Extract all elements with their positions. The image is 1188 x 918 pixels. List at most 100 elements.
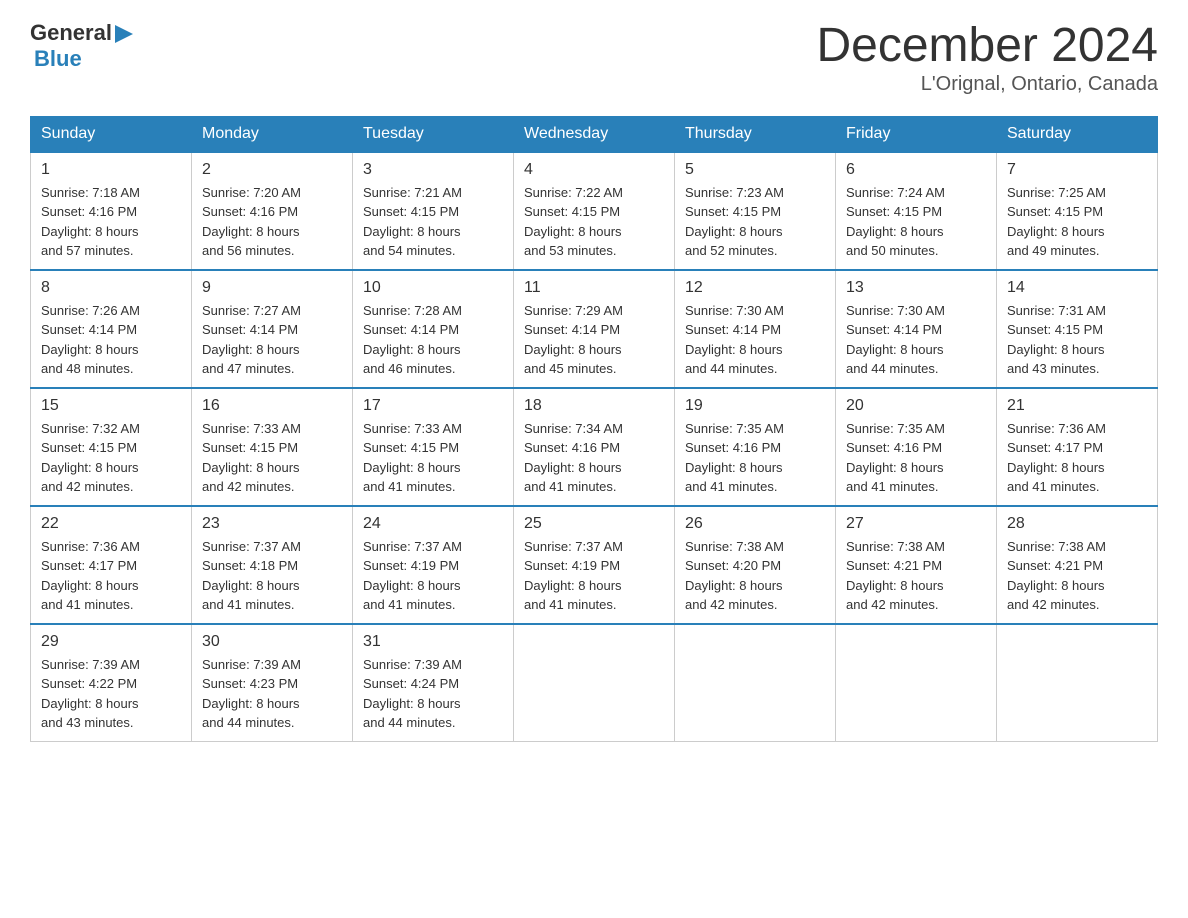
daylight-label: Daylight: 8 hours: [685, 578, 783, 593]
day-number: 8: [41, 279, 181, 297]
logo-arrow-icon: [115, 25, 137, 43]
calendar-table: Sunday Monday Tuesday Wednesday Thursday…: [30, 116, 1158, 742]
daylight-label: Daylight: 8 hours: [685, 460, 783, 475]
sunset-label: Sunset: 4:23 PM: [202, 676, 298, 691]
daylight-minutes: and 44 minutes.: [846, 361, 939, 376]
daylight-minutes: and 45 minutes.: [524, 361, 617, 376]
day-info: Sunrise: 7:37 AM Sunset: 4:19 PM Dayligh…: [524, 537, 664, 615]
daylight-minutes: and 48 minutes.: [41, 361, 134, 376]
col-sunday: Sunday: [31, 116, 192, 152]
day-number: 13: [846, 279, 986, 297]
sunset-label: Sunset: 4:14 PM: [363, 322, 459, 337]
daylight-minutes: and 41 minutes.: [202, 597, 295, 612]
daylight-minutes: and 42 minutes.: [685, 597, 778, 612]
sunrise-label: Sunrise: 7:24 AM: [846, 185, 945, 200]
day-number: 19: [685, 397, 825, 415]
calendar-week-row: 29 Sunrise: 7:39 AM Sunset: 4:22 PM Dayl…: [31, 624, 1158, 742]
daylight-label: Daylight: 8 hours: [524, 578, 622, 593]
daylight-minutes: and 56 minutes.: [202, 243, 295, 258]
daylight-minutes: and 41 minutes.: [363, 479, 456, 494]
daylight-label: Daylight: 8 hours: [41, 342, 139, 357]
daylight-label: Daylight: 8 hours: [202, 696, 300, 711]
sunset-label: Sunset: 4:15 PM: [41, 440, 137, 455]
daylight-label: Daylight: 8 hours: [363, 696, 461, 711]
table-row: [836, 624, 997, 742]
sunrise-label: Sunrise: 7:23 AM: [685, 185, 784, 200]
daylight-minutes: and 54 minutes.: [363, 243, 456, 258]
day-info: Sunrise: 7:23 AM Sunset: 4:15 PM Dayligh…: [685, 183, 825, 261]
table-row: 9 Sunrise: 7:27 AM Sunset: 4:14 PM Dayli…: [192, 270, 353, 388]
day-info: Sunrise: 7:22 AM Sunset: 4:15 PM Dayligh…: [524, 183, 664, 261]
sunset-label: Sunset: 4:16 PM: [524, 440, 620, 455]
day-info: Sunrise: 7:28 AM Sunset: 4:14 PM Dayligh…: [363, 301, 503, 379]
daylight-minutes: and 41 minutes.: [1007, 479, 1100, 494]
day-info: Sunrise: 7:31 AM Sunset: 4:15 PM Dayligh…: [1007, 301, 1147, 379]
sunrise-label: Sunrise: 7:31 AM: [1007, 303, 1106, 318]
col-monday: Monday: [192, 116, 353, 152]
day-info: Sunrise: 7:37 AM Sunset: 4:19 PM Dayligh…: [363, 537, 503, 615]
table-row: 19 Sunrise: 7:35 AM Sunset: 4:16 PM Dayl…: [675, 388, 836, 506]
table-row: 22 Sunrise: 7:36 AM Sunset: 4:17 PM Dayl…: [31, 506, 192, 624]
sunrise-label: Sunrise: 7:21 AM: [363, 185, 462, 200]
daylight-minutes: and 53 minutes.: [524, 243, 617, 258]
daylight-minutes: and 42 minutes.: [1007, 597, 1100, 612]
sunset-label: Sunset: 4:22 PM: [41, 676, 137, 691]
col-friday: Friday: [836, 116, 997, 152]
daylight-label: Daylight: 8 hours: [363, 460, 461, 475]
day-info: Sunrise: 7:38 AM Sunset: 4:21 PM Dayligh…: [1007, 537, 1147, 615]
sunset-label: Sunset: 4:15 PM: [363, 440, 459, 455]
day-number: 2: [202, 161, 342, 179]
table-row: 29 Sunrise: 7:39 AM Sunset: 4:22 PM Dayl…: [31, 624, 192, 742]
daylight-minutes: and 41 minutes.: [685, 479, 778, 494]
day-number: 31: [363, 633, 503, 651]
sunset-label: Sunset: 4:14 PM: [524, 322, 620, 337]
calendar-week-row: 22 Sunrise: 7:36 AM Sunset: 4:17 PM Dayl…: [31, 506, 1158, 624]
daylight-label: Daylight: 8 hours: [524, 224, 622, 239]
table-row: 21 Sunrise: 7:36 AM Sunset: 4:17 PM Dayl…: [997, 388, 1158, 506]
day-number: 4: [524, 161, 664, 179]
day-number: 3: [363, 161, 503, 179]
daylight-label: Daylight: 8 hours: [41, 696, 139, 711]
sunset-label: Sunset: 4:14 PM: [41, 322, 137, 337]
sunset-label: Sunset: 4:15 PM: [685, 204, 781, 219]
table-row: 13 Sunrise: 7:30 AM Sunset: 4:14 PM Dayl…: [836, 270, 997, 388]
daylight-label: Daylight: 8 hours: [1007, 342, 1105, 357]
logo-text-blue: Blue: [34, 46, 82, 72]
daylight-label: Daylight: 8 hours: [524, 460, 622, 475]
day-info: Sunrise: 7:30 AM Sunset: 4:14 PM Dayligh…: [685, 301, 825, 379]
day-number: 7: [1007, 161, 1147, 179]
daylight-minutes: and 57 minutes.: [41, 243, 134, 258]
sunset-label: Sunset: 4:15 PM: [846, 204, 942, 219]
daylight-minutes: and 44 minutes.: [685, 361, 778, 376]
daylight-minutes: and 46 minutes.: [363, 361, 456, 376]
table-row: 3 Sunrise: 7:21 AM Sunset: 4:15 PM Dayli…: [353, 152, 514, 270]
table-row: 31 Sunrise: 7:39 AM Sunset: 4:24 PM Dayl…: [353, 624, 514, 742]
sunrise-label: Sunrise: 7:38 AM: [1007, 539, 1106, 554]
day-info: Sunrise: 7:35 AM Sunset: 4:16 PM Dayligh…: [846, 419, 986, 497]
sunset-label: Sunset: 4:21 PM: [1007, 558, 1103, 573]
day-number: 24: [363, 515, 503, 533]
daylight-minutes: and 50 minutes.: [846, 243, 939, 258]
sunrise-label: Sunrise: 7:18 AM: [41, 185, 140, 200]
calendar-header-row: Sunday Monday Tuesday Wednesday Thursday…: [31, 116, 1158, 152]
sunrise-label: Sunrise: 7:32 AM: [41, 421, 140, 436]
daylight-label: Daylight: 8 hours: [41, 460, 139, 475]
daylight-label: Daylight: 8 hours: [41, 224, 139, 239]
sunrise-label: Sunrise: 7:36 AM: [1007, 421, 1106, 436]
day-number: 12: [685, 279, 825, 297]
sunset-label: Sunset: 4:16 PM: [41, 204, 137, 219]
day-info: Sunrise: 7:39 AM Sunset: 4:23 PM Dayligh…: [202, 655, 342, 733]
day-info: Sunrise: 7:33 AM Sunset: 4:15 PM Dayligh…: [202, 419, 342, 497]
day-info: Sunrise: 7:36 AM Sunset: 4:17 PM Dayligh…: [41, 537, 181, 615]
day-number: 30: [202, 633, 342, 651]
sunrise-label: Sunrise: 7:37 AM: [363, 539, 462, 554]
daylight-label: Daylight: 8 hours: [202, 224, 300, 239]
sunset-label: Sunset: 4:15 PM: [1007, 204, 1103, 219]
sunset-label: Sunset: 4:16 PM: [202, 204, 298, 219]
sunrise-label: Sunrise: 7:33 AM: [202, 421, 301, 436]
sunrise-label: Sunrise: 7:25 AM: [1007, 185, 1106, 200]
day-info: Sunrise: 7:32 AM Sunset: 4:15 PM Dayligh…: [41, 419, 181, 497]
day-info: Sunrise: 7:38 AM Sunset: 4:20 PM Dayligh…: [685, 537, 825, 615]
daylight-label: Daylight: 8 hours: [846, 578, 944, 593]
day-info: Sunrise: 7:30 AM Sunset: 4:14 PM Dayligh…: [846, 301, 986, 379]
